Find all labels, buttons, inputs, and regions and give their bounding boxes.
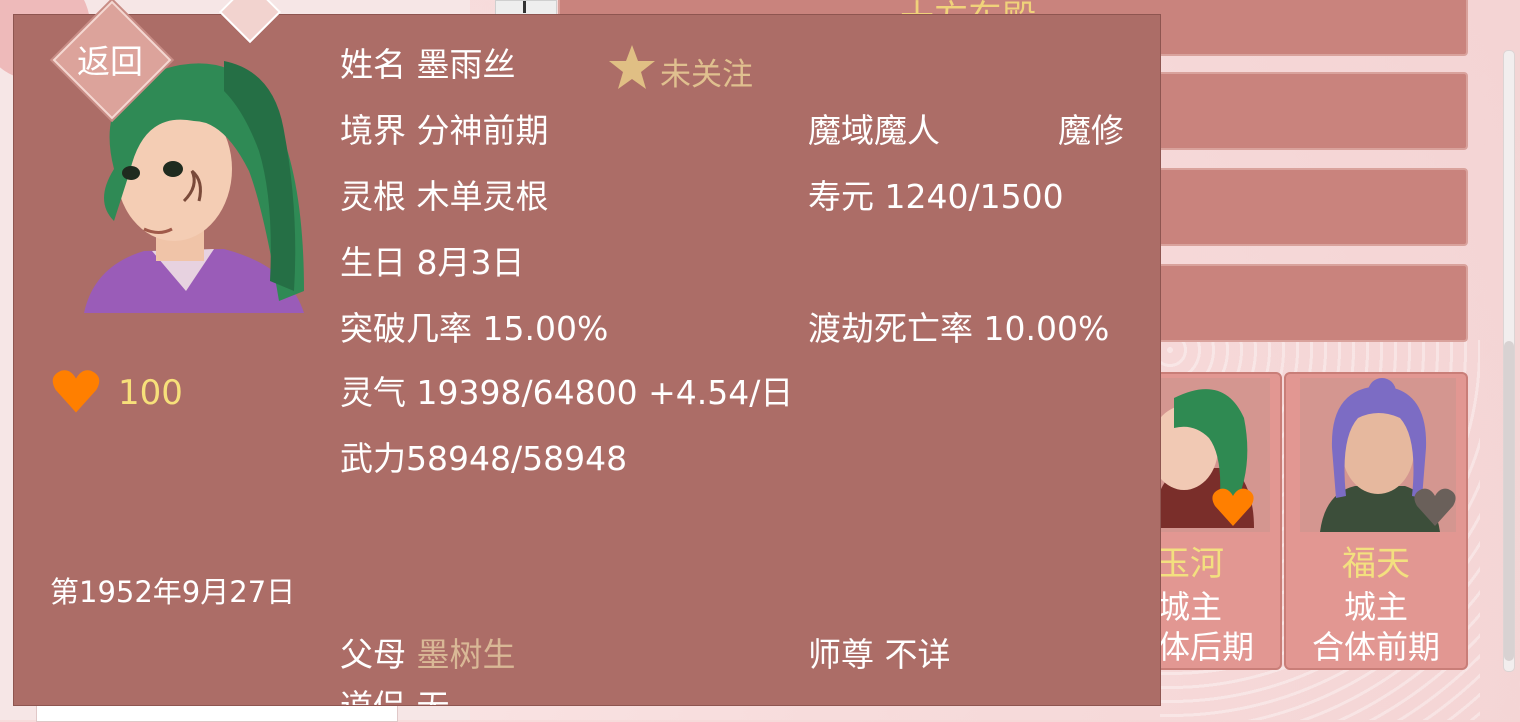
master-label: 师尊 — [808, 635, 874, 674]
game-date: 第1952年9月27日 — [50, 575, 296, 609]
favor-value: 100 — [118, 373, 183, 413]
tribulation-row: 渡劫死亡率 10.00% — [808, 309, 1109, 349]
character-card[interactable]: 福天 城主 合体前期 — [1284, 372, 1468, 670]
realm-value: 分神前期 — [416, 111, 549, 150]
partner-row: 道侣 无 — [340, 687, 450, 705]
spirit-root-value: 木单灵根 — [416, 177, 549, 216]
force-value: 58948/58948 — [406, 439, 628, 478]
character-realm: 合体前期 — [1311, 628, 1440, 666]
birthday-row: 生日 8月3日 — [340, 243, 525, 283]
star-icon — [609, 45, 655, 89]
qi-value: 19398/64800 +4.54/日 — [416, 373, 794, 412]
tribulation-value: 10.00% — [983, 309, 1110, 348]
character-name: 墨雨丝 — [416, 45, 516, 84]
heart-icon — [1212, 488, 1254, 526]
lifespan-row: 寿元 1240/1500 — [808, 177, 1064, 217]
breakthrough-value: 15.00% — [482, 309, 609, 348]
name-row: 姓名 墨雨丝 — [340, 45, 516, 85]
qi-row: 灵气 19398/64800 +4.54/日 — [340, 373, 793, 413]
breakthrough-label: 突破几率 — [340, 309, 472, 348]
lifespan-label: 寿元 — [808, 177, 874, 216]
parents-link[interactable]: 墨树生 — [417, 635, 516, 674]
race-value: 魔域魔人 — [808, 111, 940, 150]
follow-label: 未关注 — [660, 57, 753, 93]
heart-icon — [1414, 488, 1456, 526]
spirit-root-row: 灵根 木单灵根 — [340, 177, 549, 217]
partner-label: 道侣 — [340, 687, 406, 705]
lifespan-value: 1240/1500 — [884, 177, 1064, 216]
birthday-value: 8月3日 — [416, 243, 525, 282]
realm-row: 境界 分神前期 — [340, 111, 549, 151]
partner-value: 无 — [417, 687, 450, 705]
follow-toggle[interactable]: 未关注 — [608, 43, 753, 93]
force-row: 武力58948/58948 — [340, 439, 627, 479]
sect-value: 魔修 — [1058, 111, 1124, 150]
realm-label: 境界 — [340, 111, 406, 150]
back-label: 返回 — [77, 42, 143, 81]
birthday-label: 生日 — [340, 243, 406, 282]
back-button[interactable]: 返回 — [52, 0, 172, 120]
breakthrough-row: 突破几率 15.00% — [340, 309, 608, 349]
scrollbar[interactable] — [1503, 50, 1515, 672]
force-label: 武力 — [340, 439, 406, 478]
character-name: 福天 — [1342, 544, 1410, 584]
spirit-root-label: 灵根 — [340, 177, 406, 216]
scroll-thumb[interactable] — [1504, 341, 1514, 661]
heart-icon — [52, 370, 100, 413]
name-label: 姓名 — [340, 45, 406, 84]
qi-label: 灵气 — [340, 373, 406, 412]
tribulation-label: 渡劫死亡率 — [808, 309, 973, 348]
master-row: 师尊 不详 — [808, 635, 951, 675]
parents-row: 父母 墨树生 — [340, 635, 516, 675]
master-value: 不详 — [884, 635, 951, 674]
parents-label: 父母 — [340, 635, 406, 674]
character-detail-dialog: 姓名 墨雨丝 未关注 境界 分神前期 魔域魔人 魔修 灵根 木单灵根 寿元 12… — [13, 14, 1161, 706]
